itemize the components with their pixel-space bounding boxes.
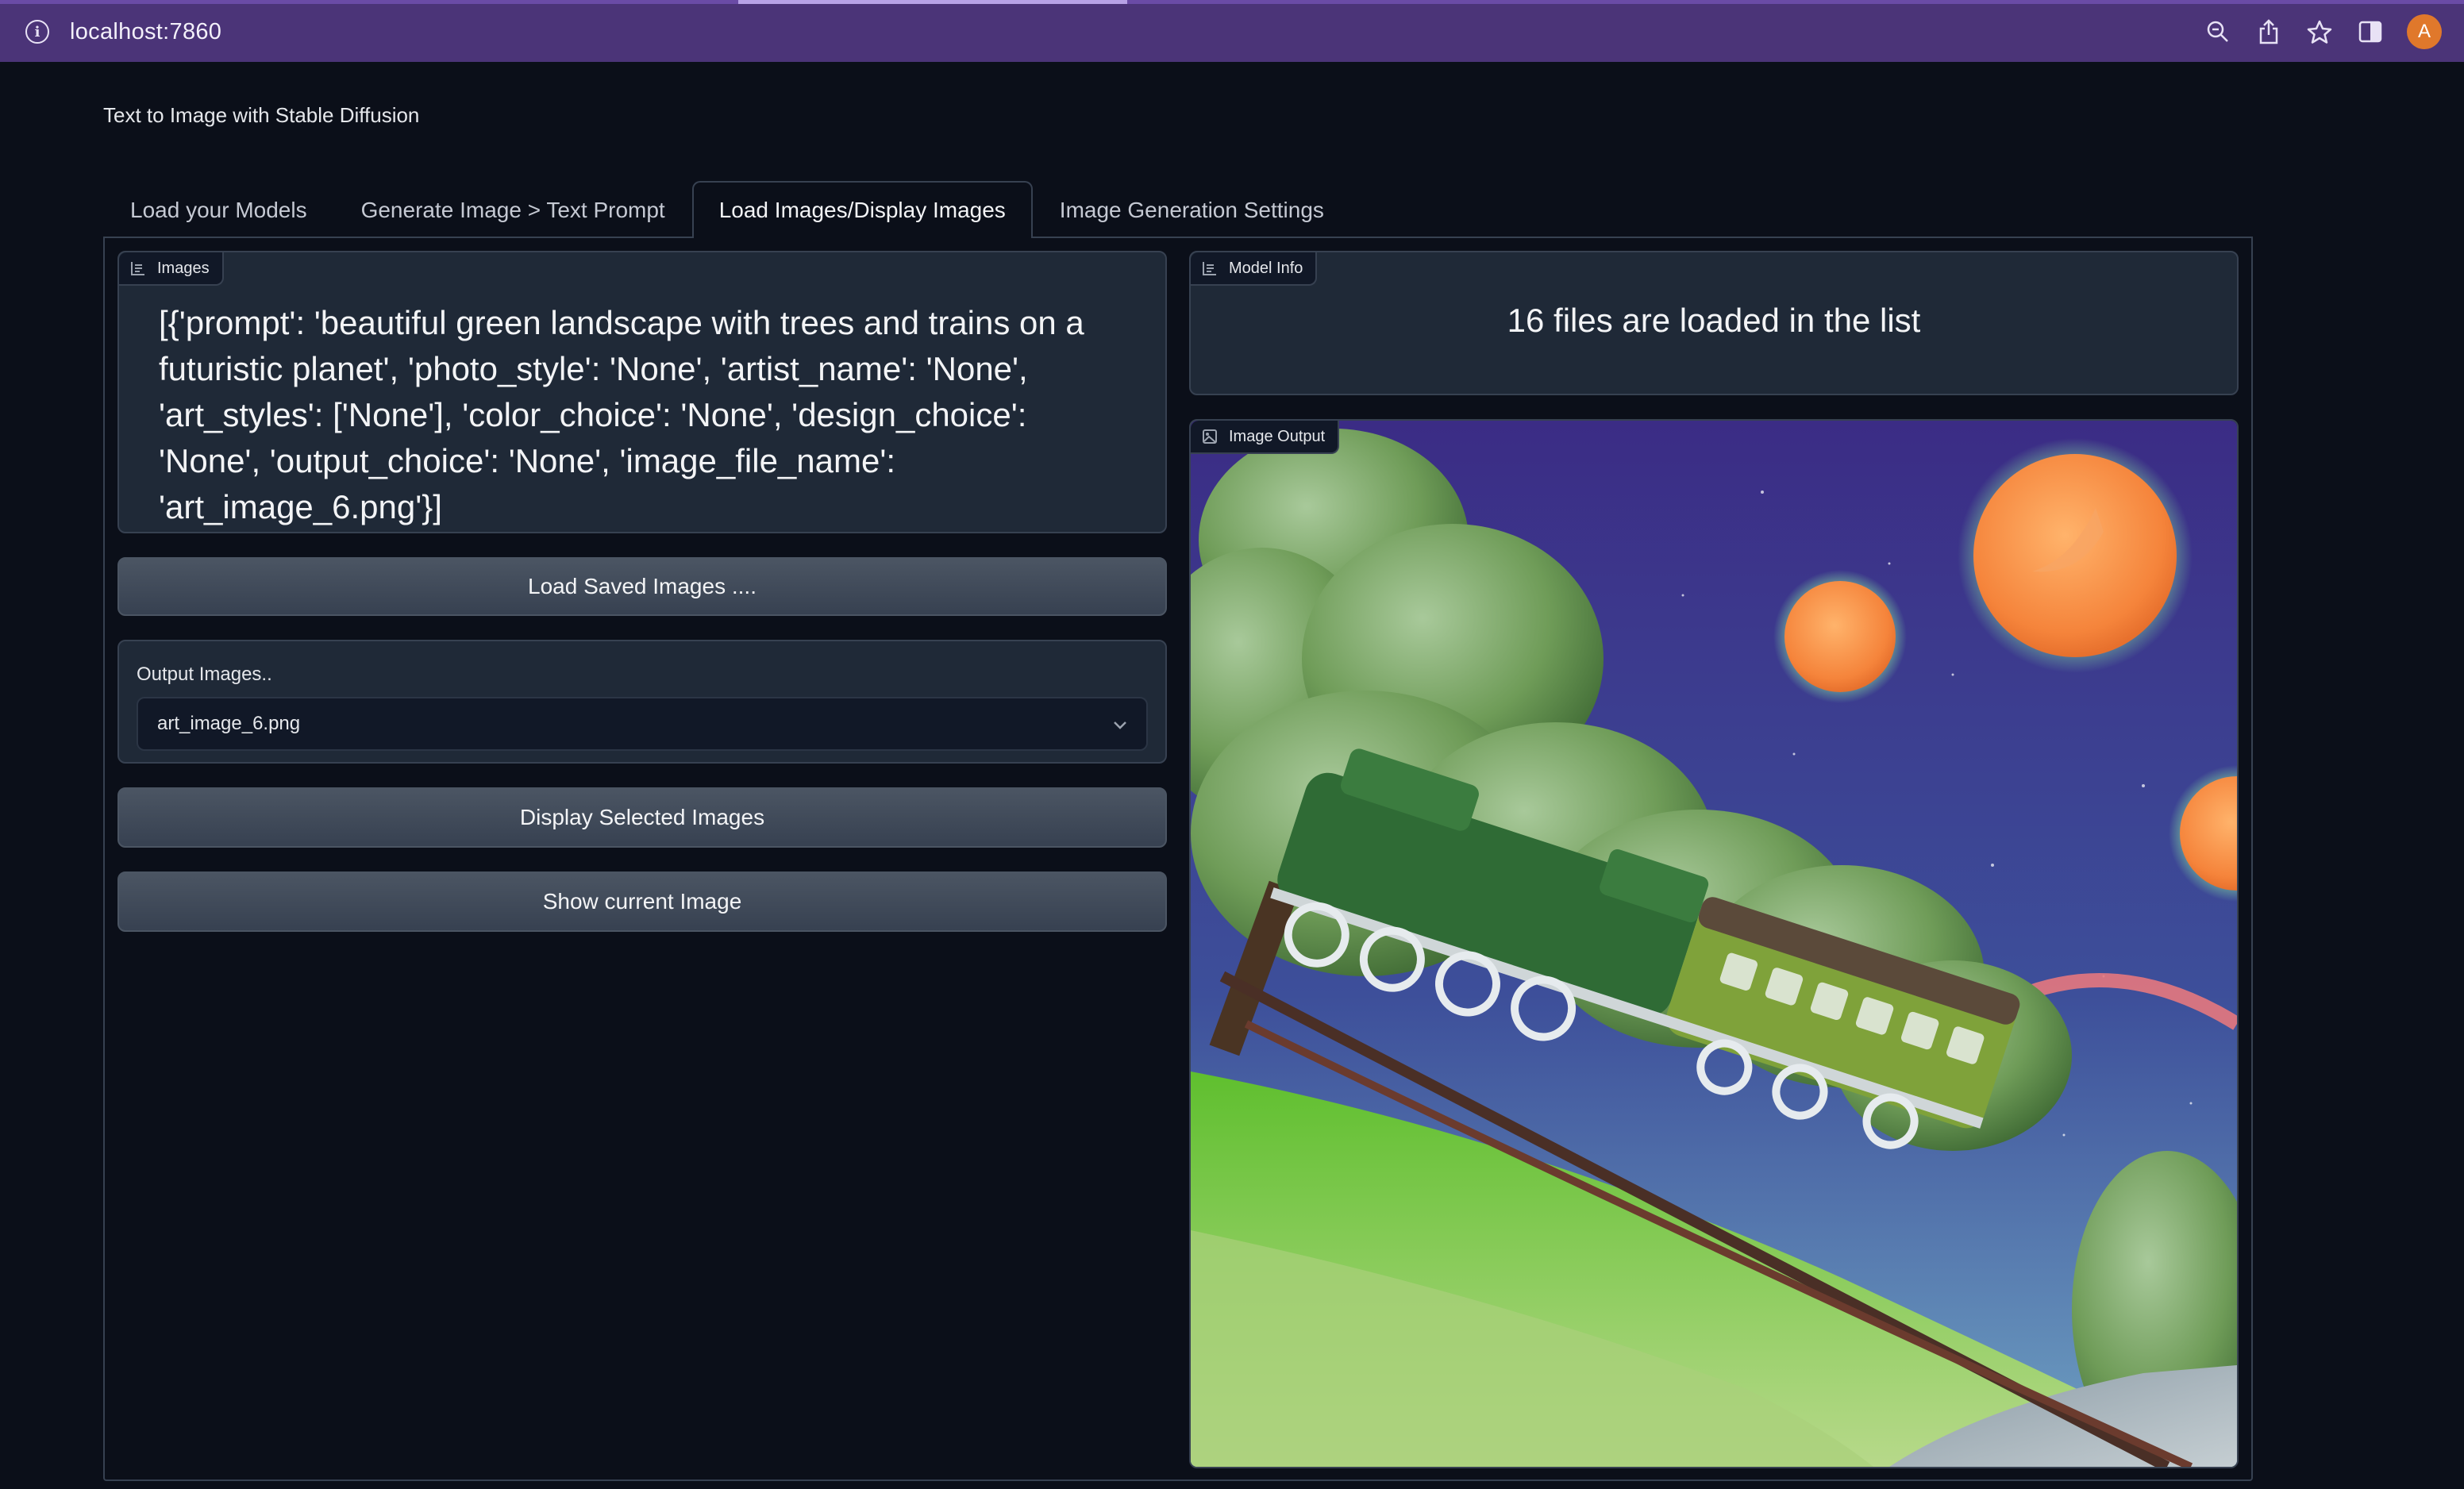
- bookmark-star-icon[interactable]: [2294, 14, 2345, 49]
- browser-toolbar: i localhost:7860 A: [0, 0, 2464, 62]
- generated-image[interactable]: [1191, 421, 2237, 1467]
- site-info-icon[interactable]: i: [25, 20, 49, 44]
- show-current-image-button[interactable]: Show current Image: [117, 871, 1167, 932]
- model-info-label: Model Info: [1191, 252, 1318, 286]
- display-selected-images-button[interactable]: Display Selected Images: [117, 787, 1167, 848]
- images-textbox: Images [{'prompt': 'beautiful green land…: [117, 251, 1167, 533]
- browser-actions: A: [2193, 14, 2442, 49]
- address-bar[interactable]: i localhost:7860: [14, 11, 2181, 52]
- tab-generation-settings[interactable]: Image Generation Settings: [1033, 181, 1351, 238]
- tab-generate-image[interactable]: Generate Image > Text Prompt: [334, 181, 692, 238]
- model-info-text: 16 files are loaded in the list: [1507, 302, 1921, 339]
- profile-avatar[interactable]: A: [2407, 14, 2442, 49]
- active-browser-tab[interactable]: [738, 0, 1127, 4]
- image-output-block: Image Output: [1189, 419, 2239, 1468]
- dropdown-selected-value: art_image_6.png: [157, 713, 301, 734]
- chevron-down-icon: [1114, 721, 1126, 729]
- load-saved-images-button[interactable]: Load Saved Images ....: [117, 557, 1167, 616]
- image-icon: [1203, 429, 1217, 444]
- images-json-text[interactable]: [{'prompt': 'beautiful green landscape w…: [159, 300, 1134, 530]
- textbox-icon: [1203, 262, 1216, 275]
- dropdown-label: Output Images..: [137, 664, 272, 685]
- image-output-label: Image Output: [1191, 421, 1340, 454]
- tab-bar: Load your Models Generate Image > Text P…: [103, 181, 1351, 238]
- images-block-label: Images: [119, 252, 224, 286]
- browser-tab-strip: [0, 0, 2464, 4]
- model-info-block: Model Info 16 files are loaded in the li…: [1189, 251, 2239, 395]
- url-text[interactable]: localhost:7860: [70, 19, 221, 45]
- zoom-icon[interactable]: [2193, 14, 2243, 49]
- textbox-icon: [131, 262, 144, 275]
- side-panel-icon[interactable]: [2345, 14, 2396, 49]
- app-title: Text to Image with Stable Diffusion: [103, 103, 420, 127]
- share-icon[interactable]: [2243, 14, 2294, 49]
- output-images-dropdown[interactable]: art_image_6.png: [137, 697, 1148, 751]
- output-images-dropdown-block: Output Images.. art_image_6.png: [117, 640, 1167, 764]
- tab-load-models[interactable]: Load your Models: [103, 181, 334, 238]
- tab-load-display-images[interactable]: Load Images/Display Images: [691, 181, 1033, 238]
